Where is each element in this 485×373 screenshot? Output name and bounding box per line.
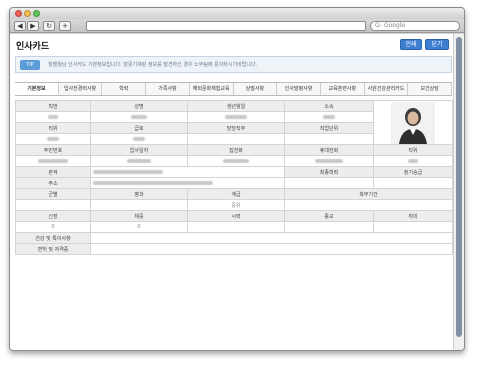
service-value (284, 199, 453, 211)
tab-appointments[interactable]: 인사발령사항 (277, 83, 321, 95)
page-content: 인사카드 인쇄 닫기 TIP 월별월님 인사카드 기본정보입니다. 잘못기재된 … (10, 34, 455, 350)
tip-banner: TIP 월별월님 인사카드 기본정보입니다. 잘못기재된 정보를 발견하신 경우… (15, 56, 452, 73)
home-phone-value (187, 155, 285, 167)
photo-cell (373, 100, 453, 145)
license-header: 면허 및 자격증 (15, 243, 91, 255)
hobby-header: 취미 (373, 210, 453, 222)
religion-header: 종교 (284, 210, 374, 222)
origin-value (90, 166, 285, 178)
dept-value (284, 111, 374, 123)
add-tab-icon[interactable]: + (59, 21, 71, 31)
close-button[interactable]: 닫기 (425, 39, 449, 50)
forward-icon[interactable]: ▶ (27, 21, 39, 31)
tab-family[interactable]: 가족사항 (146, 83, 190, 95)
military-header: 군별 (15, 188, 91, 200)
tab-overseas-training[interactable]: 해외문화체험교육 (189, 83, 234, 95)
vision-header: 시력 (187, 210, 285, 222)
scrollbar-thumb[interactable] (456, 37, 462, 337)
mobile-value (284, 155, 374, 167)
rank-value: 중위 (187, 199, 285, 211)
browser-window: ◀ ▶ ↻ + Q- Google 인사카드 인쇄 닫기 TIP 월별월님 인사… (9, 7, 465, 351)
position-value-2 (373, 155, 453, 167)
religion-value (284, 221, 374, 233)
employee-info-table: 직번 성명 생년월일 소속 직위 급호 담당직무 직업단위 주민번호 입사일자 … (15, 100, 453, 255)
resident-no-header: 주민번호 (15, 144, 91, 156)
branch-value (90, 199, 188, 211)
service-header: 복무기간 (284, 188, 453, 200)
tab-education[interactable]: 학력 (102, 83, 147, 95)
origin-header: 본적 (15, 166, 91, 178)
promotion-value (373, 177, 453, 189)
health-value (90, 232, 453, 244)
resident-no-value (15, 155, 91, 167)
search-field[interactable]: Q- Google (370, 21, 460, 31)
employee-photo (391, 101, 435, 144)
title-bar (10, 8, 464, 19)
vertical-scrollbar[interactable] (453, 34, 464, 350)
position-header-2: 직위 (373, 144, 453, 156)
dept-header: 소속 (284, 100, 374, 112)
grade-value (90, 133, 188, 145)
emp-no-value (15, 111, 91, 123)
education-header: 최종학력 (284, 166, 374, 178)
join-date-header: 입사일자 (90, 144, 188, 156)
unit-value (284, 133, 374, 145)
page-title: 인사카드 (16, 42, 50, 52)
promotion-header: 정기승급 (373, 166, 453, 178)
weight-header: 체중 (90, 210, 188, 222)
position-value (15, 133, 91, 145)
address-value (90, 177, 285, 189)
address-header: 주소 (15, 177, 91, 189)
military-value (15, 199, 91, 211)
license-value (90, 243, 453, 255)
emp-no-header: 직번 (15, 100, 91, 112)
back-icon[interactable]: ◀ (14, 21, 26, 31)
name-value (90, 111, 188, 123)
height-header: 신장 (15, 210, 91, 222)
duty-header: 담당직무 (187, 122, 285, 134)
home-phone-header: 집전화 (187, 144, 285, 156)
tab-bar: 기본정보 입사전경력사항 학력 가족사항 해외문화체험교육 상벌사항 인사발령사… (15, 82, 453, 96)
reload-icon[interactable]: ↻ (43, 21, 55, 31)
print-button[interactable]: 인쇄 (400, 39, 422, 50)
height-value: 0 (15, 221, 91, 233)
zoom-window-icon[interactable] (33, 10, 40, 17)
mobile-header: 휴대전화 (284, 144, 374, 156)
rank-header: 계급 (187, 188, 285, 200)
unit-header: 직업단위 (284, 122, 374, 134)
grade-header: 급호 (90, 122, 188, 134)
vision-value (187, 221, 285, 233)
address-bar[interactable] (86, 21, 366, 31)
weight-value: 0 (90, 221, 188, 233)
hobby-value (373, 221, 453, 233)
tab-training[interactable]: 교육훈련사항 (320, 83, 365, 95)
tab-rewards[interactable]: 상벌사항 (233, 83, 278, 95)
browser-toolbar: ◀ ▶ ↻ + Q- Google (10, 19, 464, 33)
tip-badge: TIP (20, 60, 40, 70)
education-value (284, 177, 374, 189)
branch-header: 병과 (90, 188, 188, 200)
birth-value (187, 111, 285, 123)
tab-basic-info[interactable]: 기본정보 (15, 83, 59, 95)
tip-text: 월별월님 인사카드 기본정보입니다. 잘못기재된 정보를 발견하신 경우 노무팀… (48, 62, 258, 68)
birth-header: 생년월일 (187, 100, 285, 112)
position-header: 직위 (15, 122, 91, 134)
tab-prior-career[interactable]: 입사전경력사항 (58, 83, 103, 95)
minimize-window-icon[interactable] (24, 10, 31, 17)
duty-value (187, 133, 285, 145)
name-header: 성명 (90, 100, 188, 112)
tab-health-card[interactable]: 사원건강관리카드 (364, 83, 409, 95)
join-date-value (90, 155, 188, 167)
tab-health-counsel[interactable]: 보건상담 (408, 83, 453, 95)
health-header: 건강 및 특이사항 (15, 232, 91, 244)
close-window-icon[interactable] (15, 10, 22, 17)
